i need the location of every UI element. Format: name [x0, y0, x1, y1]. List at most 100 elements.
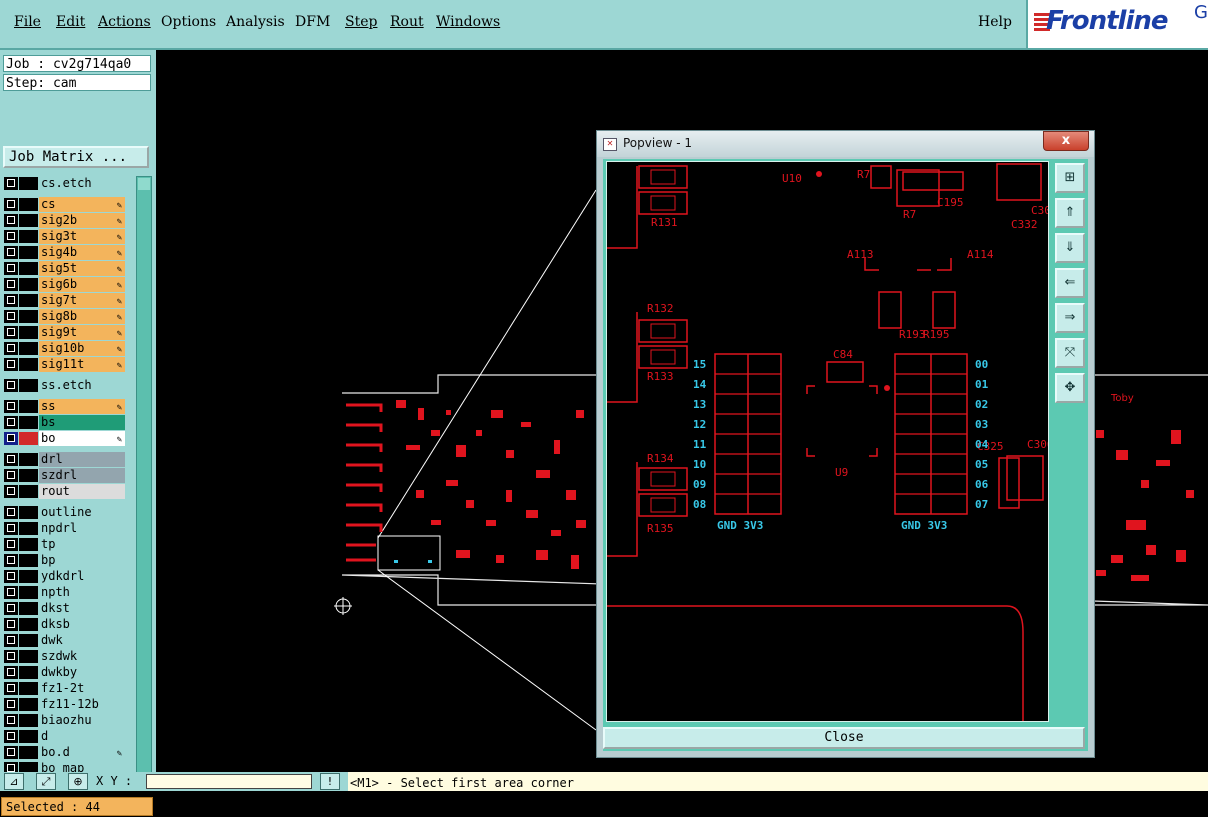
layer-board-toggle[interactable] [19, 214, 38, 227]
layer-checkbox[interactable] [4, 358, 18, 371]
menu-dfm[interactable]: DFM [295, 14, 330, 30]
layer-name[interactable]: outline [39, 505, 125, 520]
layer-name[interactable]: rout [39, 484, 125, 499]
layer-row-fz1-2t[interactable]: fz1-2t [3, 681, 125, 696]
layer-board-toggle[interactable] [19, 278, 38, 291]
layer-row-sig11t[interactable]: sig11t ✎ [3, 357, 125, 372]
layer-name[interactable]: bo ✎ [39, 431, 125, 446]
layer-name[interactable]: dkst [39, 601, 125, 616]
menu-rout[interactable]: Rout [390, 14, 424, 30]
job-matrix-button[interactable]: Job Matrix ... [3, 146, 149, 168]
layer-name[interactable]: sig6b ✎ [39, 277, 125, 292]
layer-checkbox[interactable] [4, 400, 18, 413]
layer-board-toggle[interactable] [19, 198, 38, 211]
layer-board-toggle[interactable] [19, 485, 38, 498]
layer-name[interactable]: dksb [39, 617, 125, 632]
layer-board-toggle[interactable] [19, 326, 38, 339]
layer-board-toggle[interactable] [19, 506, 38, 519]
layer-row-outline[interactable]: outline [3, 505, 125, 520]
layer-checkbox[interactable] [4, 342, 18, 355]
layer-checkbox[interactable] [4, 522, 18, 535]
layer-row-bo.d[interactable]: bo.d ✎ [3, 745, 125, 760]
layer-row-szdwk[interactable]: szdwk [3, 649, 125, 664]
layer-row-dwk[interactable]: dwk [3, 633, 125, 648]
layer-name[interactable]: sig8b ✎ [39, 309, 125, 324]
pan-left-icon[interactable]: ⇐ [1055, 268, 1085, 298]
layer-checkbox[interactable] [4, 416, 18, 429]
layer-checkbox[interactable] [4, 198, 18, 211]
menu-help[interactable]: Help [978, 14, 1012, 30]
layer-name[interactable]: fz1-2t [39, 681, 125, 696]
layer-name[interactable]: biaozhu [39, 713, 125, 728]
layer-board-toggle[interactable] [19, 730, 38, 743]
layer-checkbox[interactable] [4, 554, 18, 567]
layer-row-sig5t[interactable]: sig5t ✎ [3, 261, 125, 276]
layer-checkbox[interactable] [4, 230, 18, 243]
layer-board-toggle[interactable] [19, 379, 38, 392]
layer-row-sig2b[interactable]: sig2b ✎ [3, 213, 125, 228]
layer-checkbox[interactable] [4, 310, 18, 323]
window-close-icon[interactable]: x [1043, 131, 1089, 151]
layer-row-fz11-12b[interactable]: fz11-12b [3, 697, 125, 712]
pan-down-icon[interactable]: ⇓ [1055, 233, 1085, 263]
layer-board-toggle[interactable] [19, 469, 38, 482]
alert-icon[interactable]: ! [320, 773, 340, 790]
layer-board-toggle[interactable] [19, 698, 38, 711]
layer-checkbox[interactable] [4, 485, 18, 498]
layer-checkbox[interactable] [4, 246, 18, 259]
layer-board-toggle[interactable] [19, 586, 38, 599]
layer-name[interactable]: sig5t ✎ [39, 261, 125, 276]
layer-row-cs.etch[interactable]: cs.etch [3, 176, 125, 191]
layer-checkbox[interactable] [4, 379, 18, 392]
layer-name[interactable]: sig9t ✎ [39, 325, 125, 340]
layer-name[interactable]: d [39, 729, 125, 744]
layer-row-ss.etch[interactable]: ss.etch [3, 378, 125, 393]
layer-row-szdrl[interactable]: szdrl [3, 468, 125, 483]
layer-name[interactable]: cs.etch [39, 176, 125, 191]
layer-board-toggle[interactable] [19, 310, 38, 323]
layer-board-toggle[interactable] [19, 554, 38, 567]
menu-edit[interactable]: Edit [56, 14, 85, 30]
layer-checkbox[interactable] [4, 714, 18, 727]
layer-board-toggle[interactable] [19, 294, 38, 307]
layer-row-sig3t[interactable]: sig3t ✎ [3, 229, 125, 244]
active-layer-icon[interactable] [19, 432, 38, 445]
layer-board-toggle[interactable] [19, 714, 38, 727]
layer-name[interactable]: ydkdrl [39, 569, 125, 584]
zoom-out-icon[interactable]: ✥ [1055, 373, 1085, 403]
layer-board-toggle[interactable] [19, 262, 38, 275]
select-area-icon[interactable]: ⊿ [4, 773, 24, 790]
layer-name[interactable]: fz11-12b [39, 697, 125, 712]
layer-row-bp[interactable]: bp [3, 553, 125, 568]
layer-name[interactable]: sig11t ✎ [39, 357, 125, 372]
layer-name[interactable]: sig3t ✎ [39, 229, 125, 244]
layer-name[interactable]: sig2b ✎ [39, 213, 125, 228]
layer-row-dwkby[interactable]: dwkby [3, 665, 125, 680]
layer-row-npdrl[interactable]: npdrl [3, 521, 125, 536]
menu-options[interactable]: Options [161, 14, 216, 30]
layer-board-toggle[interactable] [19, 453, 38, 466]
layer-board-toggle[interactable] [19, 358, 38, 371]
popview-canvas[interactable]: U10 R131 R132 R133 R134 R135 C84 U9 C195… [606, 161, 1049, 722]
layer-board-toggle[interactable] [19, 570, 38, 583]
zoom-in-icon[interactable]: ⤧ [1055, 338, 1085, 368]
layer-board-toggle[interactable] [19, 416, 38, 429]
layer-name[interactable]: ss ✎ [39, 399, 125, 414]
layer-board-toggle[interactable] [19, 650, 38, 663]
layer-name[interactable]: npdrl [39, 521, 125, 536]
layer-board-toggle[interactable] [19, 522, 38, 535]
pan-up-icon[interactable]: ⇑ [1055, 198, 1085, 228]
layer-checkbox[interactable] [4, 262, 18, 275]
layer-row-sig10b[interactable]: sig10b ✎ [3, 341, 125, 356]
layer-name[interactable]: drl [39, 452, 125, 467]
layer-board-toggle[interactable] [19, 177, 38, 190]
layer-checkbox[interactable] [4, 602, 18, 615]
layer-board-toggle[interactable] [19, 246, 38, 259]
layer-checkbox[interactable] [4, 666, 18, 679]
layer-name[interactable]: szdwk [39, 649, 125, 664]
layer-board-toggle[interactable] [19, 634, 38, 647]
layer-row-bs[interactable]: bs [3, 415, 125, 430]
layer-checkbox[interactable] [4, 453, 18, 466]
scroll-up-icon[interactable] [138, 178, 150, 190]
layer-row-biaozhu[interactable]: biaozhu [3, 713, 125, 728]
